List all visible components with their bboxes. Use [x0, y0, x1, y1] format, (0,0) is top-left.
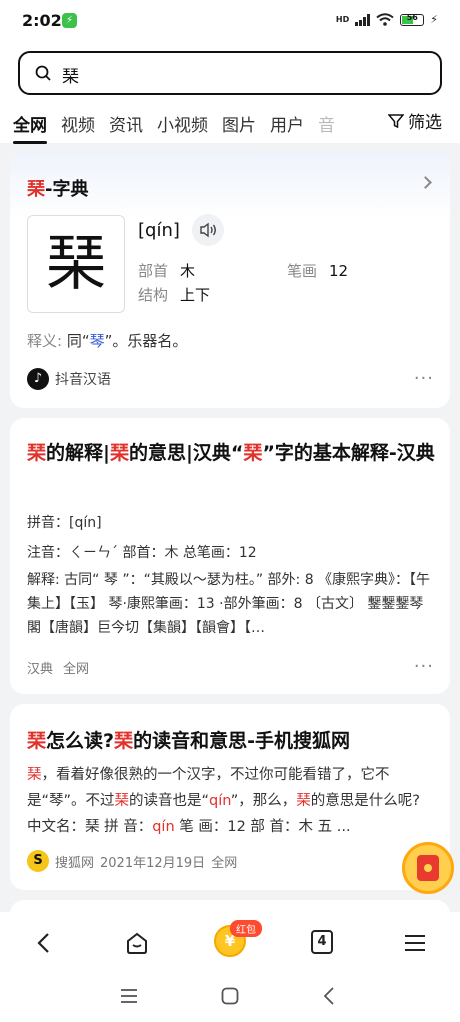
back-nav-icon[interactable]: [322, 986, 336, 1006]
sohu-logo-icon: S: [27, 850, 49, 872]
douyin-logo-icon: ♪: [27, 368, 49, 390]
tab-users[interactable]: 用户: [270, 111, 304, 136]
red-envelope-button[interactable]: [402, 842, 454, 894]
charging-bolt-icon: ⚡: [430, 13, 438, 26]
result-explanation: 解释: 古同“ 琴 ”：“其殿以～瑟为柱。” 部外: 8 《康熙字典》：【午集上…: [27, 572, 431, 636]
result-title[interactable]: 琹的解释|琹的意思|汉典“琹”字的基本解释-汉典: [27, 438, 437, 468]
search-input[interactable]: [62, 62, 422, 86]
definition: 释义: 同“琴”。乐器名。: [27, 332, 188, 350]
tab-images[interactable]: 图片: [222, 111, 256, 136]
result-source[interactable]: S 搜狐网 2021年12月19日 全网: [27, 850, 237, 872]
dict-card-title: 琹-字典: [27, 179, 89, 200]
hd-indicator: HD: [335, 15, 350, 24]
pinyin: [qín]: [138, 220, 180, 241]
charging-app-icon: ⚡: [62, 13, 77, 28]
source-scope: 全网: [211, 855, 238, 871]
chevron-right-icon[interactable]: [419, 176, 432, 189]
system-nav-bar: [0, 972, 460, 1022]
source-name: 搜狐网: [55, 855, 95, 871]
result-pinyin: 拼音：[qín]: [27, 515, 102, 531]
home-icon[interactable]: [124, 930, 150, 956]
status-bar: 2:02 ⚡ HD 56 ⚡: [0, 0, 460, 42]
dict-source[interactable]: ♪ 抖音汉语: [27, 368, 111, 390]
result-zhuyin: 注音：ㄑㄧㄣˊ 部首：木 总笔画：12: [27, 545, 257, 561]
tab-music[interactable]: 音: [318, 111, 335, 136]
filter-button[interactable]: 筛选: [380, 108, 442, 133]
home-nav-icon[interactable]: [221, 987, 239, 1005]
top-header: 2:02 ⚡ HD 56 ⚡ 全网 视频 资讯 小视频 图片 用户 音 筛选: [0, 0, 460, 144]
menu-icon[interactable]: [402, 930, 428, 956]
search-icon: [35, 65, 51, 81]
source-date: 2021年12月19日: [100, 855, 206, 871]
speaker-button[interactable]: [192, 214, 224, 246]
red-envelope-icon: [417, 855, 439, 881]
tab-video[interactable]: 视频: [61, 111, 95, 136]
bottom-toolbar: ¥ 红包 4: [0, 912, 460, 972]
filter-icon: [388, 113, 404, 128]
wifi-icon: [376, 13, 394, 26]
back-icon[interactable]: [32, 930, 58, 956]
redpack-badge: 红包: [230, 920, 262, 937]
structure-field: 结构 上下: [138, 286, 211, 304]
tab-short-video[interactable]: 小视频: [157, 111, 208, 136]
more-options-icon[interactable]: ···: [414, 368, 434, 389]
dict-source-name: 抖音汉语: [55, 372, 111, 388]
more-options-icon[interactable]: ···: [414, 656, 434, 677]
strokes-field: 笔画 12: [287, 262, 349, 280]
tab-count-button[interactable]: 4: [311, 930, 333, 954]
tab-news[interactable]: 资讯: [109, 111, 143, 136]
speaker-icon: [200, 222, 216, 238]
result-title[interactable]: 琹怎么读?琹的读音和意思-手机搜狐网: [27, 726, 350, 753]
result-snippet: 琹，看着好像很熟的一个汉字，不过你可能看错了，它不是“琴”。不过琹的读音也是“q…: [27, 767, 420, 835]
result-tags: 汉典 全网: [27, 662, 90, 677]
filter-label: 筛选: [408, 113, 442, 133]
search-result-zdic[interactable]: 琹的解释|琹的意思|汉典“琹”字的基本解释-汉典 拼音：[qín] 注音：ㄑㄧㄣ…: [10, 418, 450, 694]
search-result-sohu[interactable]: 琹怎么读?琹的读音和意思-手机搜狐网 琹，看着好像很熟的一个汉字，不过你可能看错…: [10, 704, 450, 890]
recent-apps-icon[interactable]: [120, 988, 138, 1004]
system-icons: HD 56 ⚡: [335, 13, 438, 27]
battery-icon: 56: [400, 13, 425, 26]
tab-all[interactable]: 全网: [13, 111, 47, 144]
search-box[interactable]: [18, 51, 442, 95]
signal-icon: [355, 13, 371, 26]
radical-field: 部首木: [138, 262, 196, 280]
status-time: 2:02: [22, 11, 62, 30]
dictionary-card[interactable]: 琹-字典 琹 [qín] 部首木 笔画 12 结构 上下 释义: 同“琴”。乐器名。…: [10, 150, 450, 408]
character-display: 琹: [27, 215, 125, 313]
